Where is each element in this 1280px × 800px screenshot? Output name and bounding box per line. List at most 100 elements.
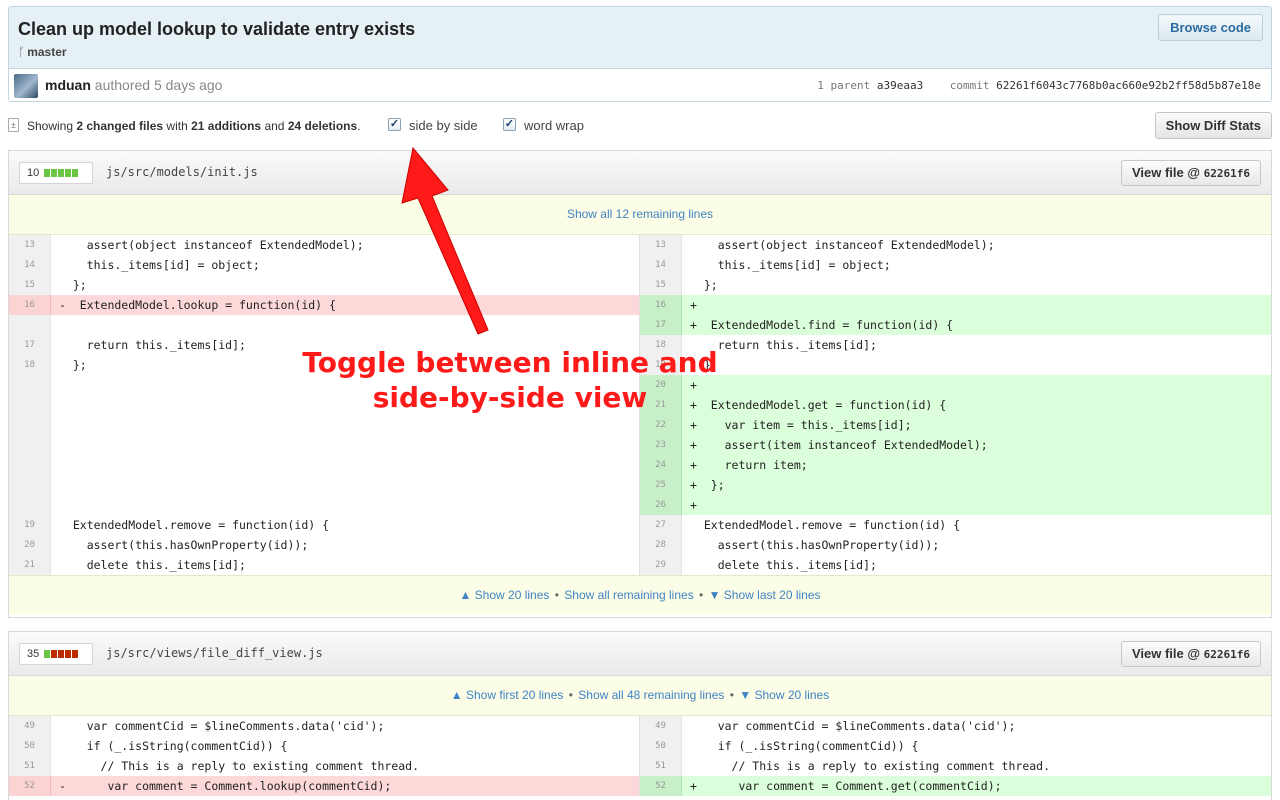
author-name[interactable]: mduan bbox=[45, 77, 91, 93]
line-number[interactable]: 50 bbox=[640, 736, 682, 756]
line-number[interactable]: 52 bbox=[640, 776, 682, 796]
line-number[interactable]: 49 bbox=[640, 716, 682, 736]
diff-line[interactable]: 18 return this._items[id]; bbox=[640, 335, 1271, 355]
show-20-lines-link[interactable]: ▼ Show 20 lines bbox=[739, 688, 829, 702]
diff-line[interactable]: 24 + return item; bbox=[640, 455, 1271, 475]
diff-line[interactable]: 21 delete this._items[id]; bbox=[9, 555, 639, 575]
expand-lines-bar: ▲ Show 20 lines • Show all remaining lin… bbox=[9, 575, 1271, 615]
diff-line[interactable]: 17 + ExtendedModel.find = function(id) { bbox=[640, 315, 1271, 335]
diff-line[interactable] bbox=[9, 315, 639, 335]
changed-files-count[interactable]: 2 changed files bbox=[76, 119, 163, 133]
line-number[interactable]: 28 bbox=[640, 535, 682, 555]
line-number[interactable]: 17 bbox=[640, 315, 682, 335]
diff-left-side: 49 var commentCid = $lineComments.data('… bbox=[9, 716, 639, 796]
show-last-20-lines-link[interactable]: ▼ Show last 20 lines bbox=[709, 588, 821, 602]
line-number[interactable]: 19 bbox=[9, 515, 51, 535]
diff-line[interactable]: 52- var comment = Comment.lookup(comment… bbox=[9, 776, 639, 796]
diff-line[interactable]: 21 + ExtendedModel.get = function(id) { bbox=[640, 395, 1271, 415]
line-number[interactable]: 52 bbox=[9, 776, 51, 796]
line-number[interactable]: 14 bbox=[9, 255, 51, 275]
commit-sha: 62261f6043c7768b0ac660e92b2ff58d5b87e18e bbox=[996, 79, 1261, 92]
word-wrap-checkbox[interactable]: ✓ bbox=[503, 118, 516, 131]
code-line: if (_.isString(commentCid)) { bbox=[59, 739, 288, 753]
diff-line[interactable]: 15 }; bbox=[9, 275, 639, 295]
show-all-remaining-link[interactable]: Show all remaining lines bbox=[564, 588, 693, 602]
diff-line[interactable]: 20 + bbox=[640, 375, 1271, 395]
line-number[interactable]: 18 bbox=[9, 355, 51, 375]
view-file-label: View file @ bbox=[1131, 165, 1201, 180]
diff-line[interactable]: 51 // This is a reply to existing commen… bbox=[640, 756, 1271, 776]
file-diff: 35 js/src/views/file_diff_view.js View f… bbox=[8, 631, 1272, 800]
diff-line[interactable]: 27 ExtendedModel.remove = function(id) { bbox=[640, 515, 1271, 535]
line-number[interactable]: 16 bbox=[9, 295, 51, 315]
line-number[interactable]: 13 bbox=[9, 235, 51, 255]
checkmark-icon: ✓ bbox=[504, 118, 515, 130]
parent-sha[interactable]: a39eaa3 bbox=[877, 79, 923, 92]
diff-icon: ± bbox=[8, 118, 19, 132]
diff-line[interactable]: 16- ExtendedModel.lookup = function(id) … bbox=[9, 295, 639, 315]
diff-line[interactable]: 19 }; bbox=[640, 355, 1271, 375]
line-number[interactable]: 50 bbox=[9, 736, 51, 756]
diff-line[interactable]: 29 delete this._items[id]; bbox=[640, 555, 1271, 575]
show-all-remaining-link[interactable]: Show all 48 remaining lines bbox=[578, 688, 724, 702]
diff-line[interactable]: 19 ExtendedModel.remove = function(id) { bbox=[9, 515, 639, 535]
diff-line[interactable]: 52 + var comment = Comment.get(commentCid… bbox=[640, 776, 1271, 796]
line-number[interactable]: 16 bbox=[640, 295, 682, 315]
diff-line[interactable]: 49 var commentCid = $lineComments.data('… bbox=[9, 716, 639, 736]
diff-line[interactable]: 50 if (_.isString(commentCid)) { bbox=[640, 736, 1271, 756]
code-line: ExtendedModel.remove = function(id) { bbox=[59, 518, 330, 532]
line-number[interactable]: 14 bbox=[640, 255, 682, 275]
code-line: + bbox=[682, 375, 1271, 395]
show-first-20-lines-link[interactable]: ▲ Show first 20 lines bbox=[451, 688, 564, 702]
line-number[interactable]: 15 bbox=[9, 275, 51, 295]
side-by-side-checkbox[interactable]: ✓ bbox=[388, 118, 401, 131]
diff-line[interactable]: 50 if (_.isString(commentCid)) { bbox=[9, 736, 639, 756]
show-diff-stats-button[interactable]: Show Diff Stats bbox=[1154, 112, 1272, 139]
diff-line[interactable]: 49 var commentCid = $lineComments.data('… bbox=[640, 716, 1271, 736]
line-number[interactable]: 49 bbox=[9, 716, 51, 736]
line-number[interactable]: 15 bbox=[640, 275, 682, 295]
line-number[interactable]: 29 bbox=[640, 555, 682, 575]
diff-line[interactable]: 23 + assert(item instanceof ExtendedModel… bbox=[640, 435, 1271, 455]
expand-lines-bar: Show all 12 remaining lines bbox=[9, 195, 1271, 235]
code-line: return this._items[id]; bbox=[690, 338, 877, 352]
line-number[interactable]: 24 bbox=[640, 455, 682, 475]
line-number[interactable]: 26 bbox=[640, 495, 682, 515]
avatar[interactable] bbox=[14, 74, 38, 98]
show-20-lines-link[interactable]: ▲ Show 20 lines bbox=[459, 588, 549, 602]
diff-line[interactable]: 13 assert(object instanceof ExtendedMode… bbox=[640, 235, 1271, 255]
line-number[interactable]: 13 bbox=[640, 235, 682, 255]
line-number[interactable]: 17 bbox=[9, 335, 51, 355]
diff-line[interactable]: 14 this._items[id] = object; bbox=[9, 255, 639, 275]
code-line: + bbox=[682, 295, 1271, 315]
word-wrap-label[interactable]: word wrap bbox=[524, 118, 584, 133]
show-all-remaining-link[interactable]: Show all 12 remaining lines bbox=[567, 207, 713, 221]
branch-name[interactable]: master bbox=[27, 45, 66, 59]
line-number[interactable]: 25 bbox=[640, 475, 682, 495]
diff-line[interactable]: 22 + var item = this._items[id]; bbox=[640, 415, 1271, 435]
side-by-side-label[interactable]: side by side bbox=[409, 118, 478, 133]
diff-line[interactable]: 16 + bbox=[640, 295, 1271, 315]
line-number[interactable]: 21 bbox=[9, 555, 51, 575]
diff-line[interactable]: 20 assert(this.hasOwnProperty(id)); bbox=[9, 535, 639, 555]
line-number[interactable]: 23 bbox=[640, 435, 682, 455]
browse-code-button[interactable]: Browse code bbox=[1158, 14, 1263, 41]
diff-line[interactable]: 15 }; bbox=[640, 275, 1271, 295]
diff-line[interactable]: 25 + }; bbox=[640, 475, 1271, 495]
line-number[interactable]: 51 bbox=[640, 756, 682, 776]
diff-line[interactable]: 26 + bbox=[640, 495, 1271, 515]
diff-line[interactable]: 14 this._items[id] = object; bbox=[640, 255, 1271, 275]
line-number[interactable]: 22 bbox=[640, 415, 682, 435]
code-line: ExtendedModel.remove = function(id) { bbox=[690, 518, 961, 532]
view-file-button[interactable]: View file @ 62261f6 bbox=[1120, 160, 1261, 186]
line-number[interactable]: 20 bbox=[9, 535, 51, 555]
line-number[interactable] bbox=[9, 315, 51, 335]
summary-and: and bbox=[261, 119, 288, 133]
line-number[interactable]: 27 bbox=[640, 515, 682, 535]
view-file-button[interactable]: View file @ 62261f6 bbox=[1120, 641, 1261, 667]
diff-line[interactable]: 51 // This is a reply to existing commen… bbox=[9, 756, 639, 776]
diff-line[interactable]: 28 assert(this.hasOwnProperty(id)); bbox=[640, 535, 1271, 555]
line-number[interactable]: 51 bbox=[9, 756, 51, 776]
diffstat-badge: 35 bbox=[19, 643, 93, 665]
diff-line[interactable]: 13 assert(object instanceof ExtendedMode… bbox=[9, 235, 639, 255]
